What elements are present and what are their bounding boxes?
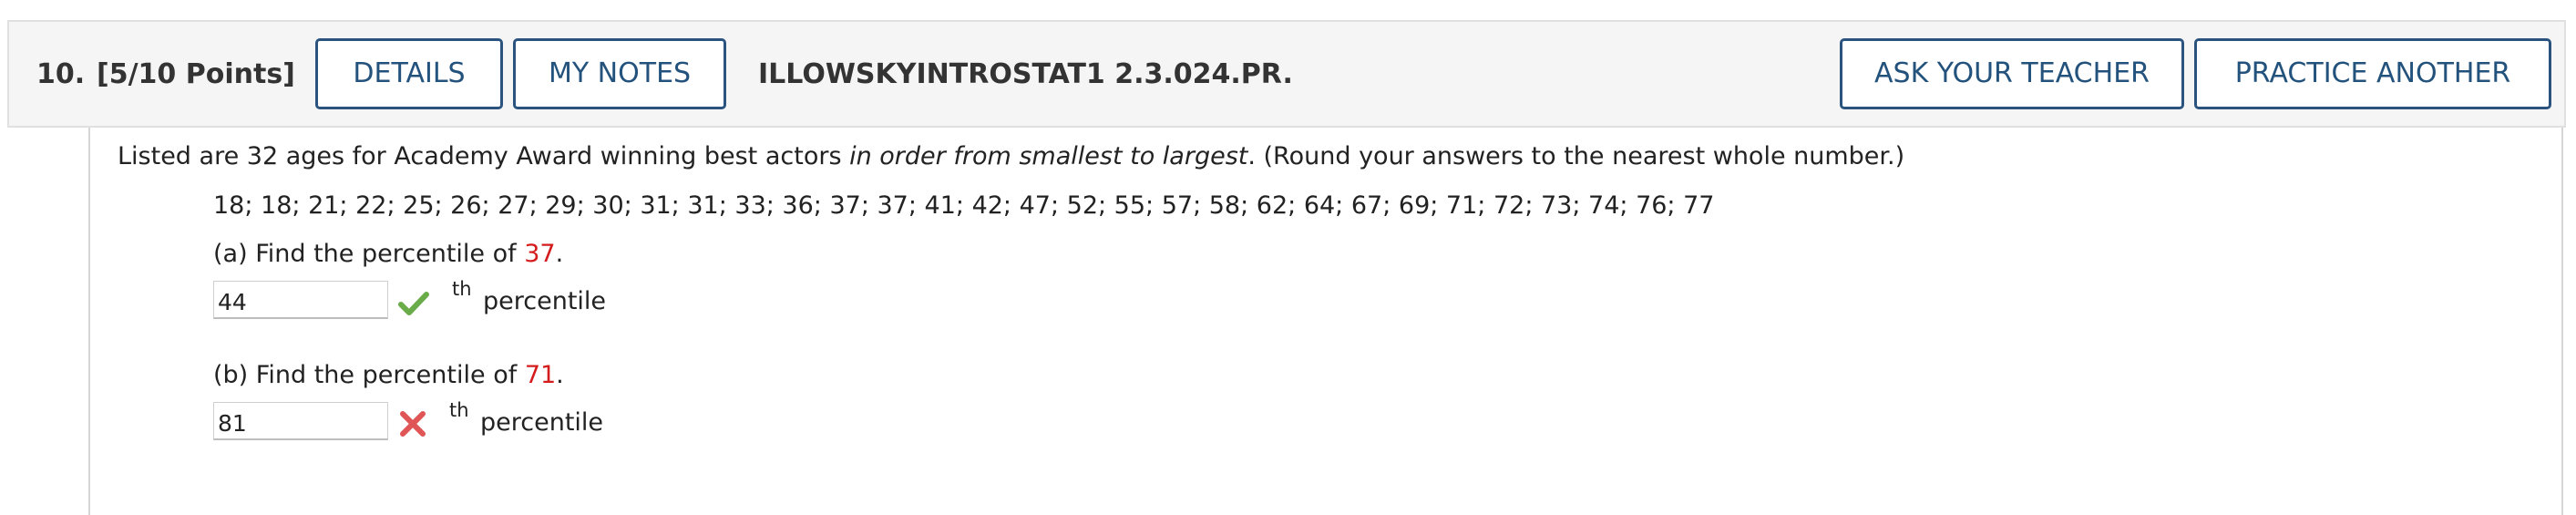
details-button[interactable]: DETAILS xyxy=(315,38,503,109)
question-intro: Listed are 32 ages for Academy Award win… xyxy=(118,142,1904,170)
part-a-suffix: . xyxy=(555,240,564,268)
question-header: 10. [5/10 Points] DETAILS MY NOTES ILLOW… xyxy=(7,20,2566,128)
my-notes-button[interactable]: MY NOTES xyxy=(513,38,726,109)
part-a-prefix: (a) Find the percentile of xyxy=(213,240,525,268)
part-a-value: 37 xyxy=(524,240,556,268)
part-b-suffix: . xyxy=(556,361,564,389)
intro-suffix: . (Round your answers to the nearest who… xyxy=(1247,142,1905,170)
part-b-prompt: (b) Find the percentile of 71. xyxy=(213,361,564,389)
intro-prefix: Listed are 32 ages for Academy Award win… xyxy=(118,142,850,170)
part-a-prompt: (a) Find the percentile of 37. xyxy=(213,240,563,268)
ages-data-list: 18; 18; 21; 22; 25; 26; 27; 29; 30; 31; … xyxy=(213,191,1715,220)
x-mark-icon xyxy=(400,411,426,437)
assignment-code: ILLOWSKYINTROSTAT1 2.3.024.PR. xyxy=(758,58,1293,90)
part-b-answer-input[interactable] xyxy=(213,402,388,440)
question-number: 10. xyxy=(36,58,86,90)
part-a-superscript: th xyxy=(452,278,472,300)
part-b-unit: percentile xyxy=(480,408,604,437)
part-a-unit: percentile xyxy=(483,287,607,315)
intro-emphasis: in order from smallest to largest xyxy=(849,142,1248,170)
part-b-superscript: th xyxy=(449,399,469,421)
question-points: [5/10 Points] xyxy=(97,58,295,90)
part-b-value: 71 xyxy=(524,361,557,389)
part-a-answer-input[interactable] xyxy=(213,281,388,319)
part-b-prefix: (b) Find the percentile of xyxy=(213,361,525,389)
ask-your-teacher-button[interactable]: ASK YOUR TEACHER xyxy=(1840,38,2184,109)
question-body: Listed are 32 ages for Academy Award win… xyxy=(88,128,2563,515)
practice-another-button[interactable]: PRACTICE ANOTHER xyxy=(2194,38,2551,109)
checkmark-icon xyxy=(398,292,429,315)
